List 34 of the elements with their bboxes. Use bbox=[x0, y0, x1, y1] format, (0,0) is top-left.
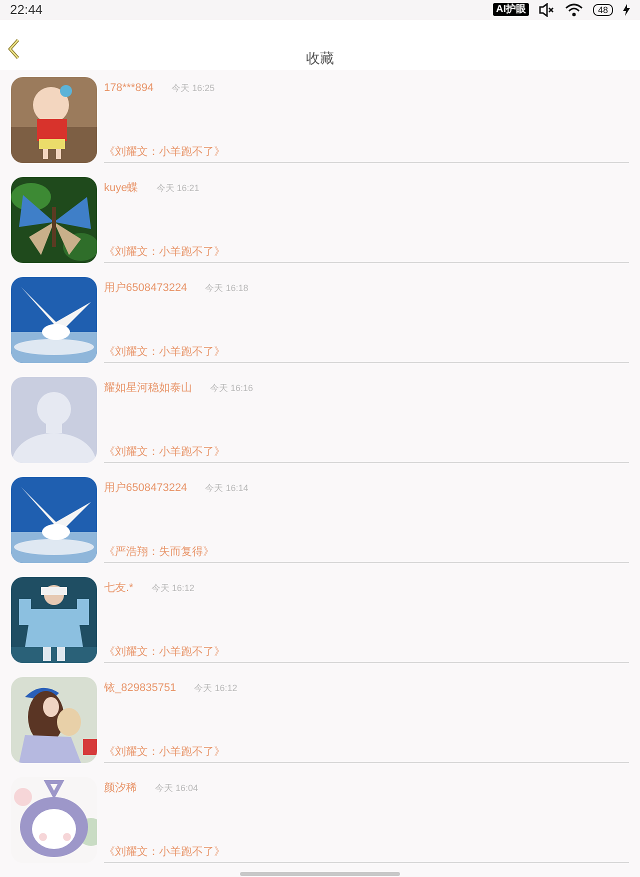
page-title: 收藏 bbox=[306, 49, 334, 68]
charging-icon bbox=[623, 4, 630, 16]
user-name[interactable]: 耀如星河稳如泰山 bbox=[104, 380, 192, 396]
user-name[interactable]: 七友.* bbox=[104, 580, 134, 596]
story-title[interactable]: 《刘耀文：小羊跑不了》 bbox=[104, 744, 629, 763]
avatar-icon bbox=[11, 377, 97, 463]
mute-icon bbox=[538, 2, 555, 17]
user-name[interactable]: 颜汐稀 bbox=[104, 780, 137, 796]
timestamp: 今天 16:18 bbox=[205, 282, 248, 294]
user-name[interactable]: 用户6508473224 bbox=[104, 480, 188, 496]
story-title[interactable]: 《刘耀文：小羊跑不了》 bbox=[104, 844, 629, 863]
status-time: 22:44 bbox=[10, 1, 43, 19]
timestamp: 今天 16:12 bbox=[151, 582, 194, 594]
timestamp: 今天 16:16 bbox=[210, 382, 254, 394]
timestamp: 今天 16:25 bbox=[172, 82, 215, 94]
back-button[interactable] bbox=[6, 38, 22, 60]
timestamp: 今天 16:12 bbox=[194, 682, 238, 694]
story-title[interactable]: 《刘耀文：小羊跑不了》 bbox=[104, 444, 629, 463]
eye-care-badge: AI护眼 bbox=[492, 3, 529, 16]
story-title[interactable]: 《刘耀文：小羊跑不了》 bbox=[104, 644, 629, 663]
back-icon bbox=[8, 38, 20, 58]
user-name[interactable]: 178***894 bbox=[104, 80, 154, 96]
user-name[interactable]: 铱_829835751 bbox=[104, 680, 176, 696]
wifi-icon bbox=[564, 2, 583, 17]
story-title[interactable]: 《严浩翔：失而复得》 bbox=[104, 544, 629, 563]
story-title[interactable]: 《刘耀文：小羊跑不了》 bbox=[104, 244, 629, 263]
story-title[interactable]: 《刘耀文：小羊跑不了》 bbox=[104, 144, 629, 163]
timestamp: 今天 16:14 bbox=[205, 482, 248, 494]
user-name[interactable]: 用户6508473224 bbox=[104, 280, 188, 296]
timestamp: 今天 16:21 bbox=[156, 182, 200, 194]
timestamp: 今天 16:04 bbox=[155, 782, 198, 794]
battery-indicator: 48 bbox=[592, 4, 613, 16]
story-title[interactable]: 《刘耀文：小羊跑不了》 bbox=[104, 344, 629, 363]
user-name[interactable]: kuye蝶 bbox=[104, 180, 138, 196]
